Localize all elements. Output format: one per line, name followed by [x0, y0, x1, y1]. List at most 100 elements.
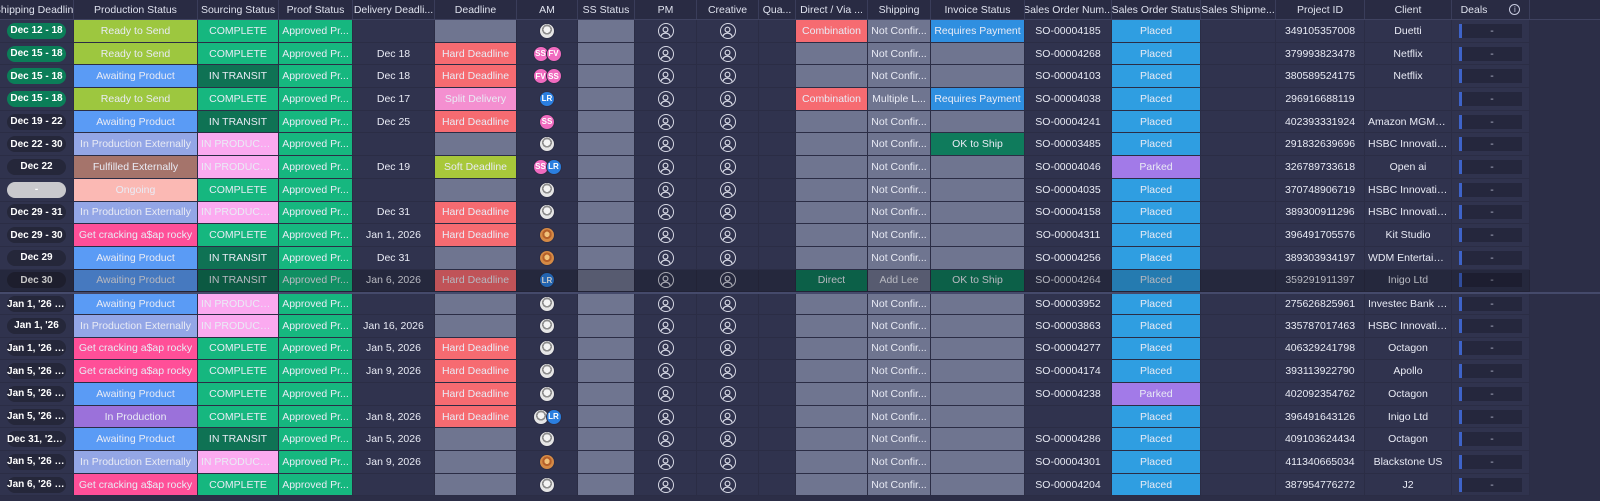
cell-prod[interactable]: Get cracking a$ap rocky [74, 473, 198, 497]
cell-src[interactable]: COMPLETE [198, 405, 279, 429]
cell-src[interactable]: COMPLETE [198, 224, 279, 247]
cell-ss[interactable] [578, 405, 635, 429]
cell-client[interactable]: HSBC Innovation ... [1365, 201, 1452, 225]
cell-deals[interactable]: - [1452, 428, 1530, 452]
person-icon[interactable] [657, 136, 674, 153]
cell-sos[interactable]: Placed [1112, 65, 1201, 89]
cell-deliv[interactable] [353, 383, 435, 406]
cell-ss[interactable] [578, 42, 635, 66]
cell-dead[interactable] [435, 246, 517, 270]
table-row[interactable]: - Ongoing COMPLETE Approved Pr... Not Confir… [0, 178, 1600, 202]
cell-sship[interactable] [1201, 133, 1276, 157]
cell-creative[interactable] [697, 65, 759, 89]
deals-link[interactable]: - [1459, 386, 1522, 401]
cell-creative[interactable] [697, 337, 759, 361]
deals-link[interactable]: - [1459, 91, 1522, 106]
cell-invoice[interactable] [931, 405, 1025, 429]
table-row[interactable]: Dec 22 Fulfilled Externally IN PRODUCTI...… [0, 156, 1600, 179]
cell-ss[interactable] [578, 269, 635, 293]
cell-proof[interactable]: Approved Pr... [279, 178, 353, 202]
avatar[interactable] [539, 204, 555, 221]
cell-so[interactable]: SO-00004185 [1025, 20, 1112, 43]
cell-creative[interactable] [697, 224, 759, 247]
column-header-direct[interactable]: Direct / Via ... [796, 0, 868, 19]
avatar-lr[interactable]: LR [539, 272, 555, 289]
cell-proof[interactable]: Approved Pr... [279, 360, 353, 383]
cell-deals[interactable]: - [1452, 294, 1530, 315]
cell-am[interactable]: SS LR [517, 156, 578, 179]
cell-deals[interactable]: - [1452, 314, 1530, 338]
cell-src[interactable]: IN PRODUCTI... [198, 314, 279, 338]
cell-sship[interactable] [1201, 224, 1276, 247]
deals-link[interactable]: - [1459, 182, 1522, 197]
cell-direct[interactable] [796, 360, 868, 383]
cell-prod[interactable]: In Production Externally [74, 451, 198, 474]
cell-deliv[interactable]: Jan 9, 2026 [353, 360, 435, 383]
cell-dead[interactable] [435, 428, 517, 452]
cell-creative[interactable] [697, 156, 759, 179]
cell-pm[interactable] [635, 337, 697, 361]
cell-sship[interactable] [1201, 451, 1276, 474]
cell-client[interactable]: Octagon [1365, 383, 1452, 406]
cell-am[interactable] [517, 133, 578, 157]
column-header-dead[interactable]: Deadline [435, 0, 517, 19]
cell-client[interactable] [1365, 88, 1452, 111]
cell-deliv[interactable]: Dec 18 [353, 42, 435, 66]
cell-sos[interactable]: Placed [1112, 405, 1201, 429]
cell-shipping[interactable]: Not Confir... [868, 360, 931, 383]
cell-dead[interactable] [435, 133, 517, 157]
person-icon[interactable] [657, 363, 674, 380]
cell-sship[interactable] [1201, 294, 1276, 315]
cell-sship[interactable] [1201, 20, 1276, 43]
cell-creative[interactable] [697, 473, 759, 497]
cell-qua[interactable] [759, 360, 796, 383]
cell-deals[interactable]: - [1452, 246, 1530, 270]
cell-prod[interactable]: Awaiting Product [74, 383, 198, 406]
person-icon[interactable] [719, 45, 736, 62]
cell-proj[interactable]: 396491705576 [1276, 224, 1365, 247]
person-icon[interactable] [657, 113, 674, 130]
cell-so[interactable]: SO-00004238 [1025, 383, 1112, 406]
cell-proj[interactable]: 275626825961 [1276, 294, 1365, 315]
avatar[interactable] [539, 181, 555, 198]
cell-so[interactable]: SO-00004277 [1025, 337, 1112, 361]
cell-dead[interactable]: Hard Deadline [435, 42, 517, 66]
shipping-deadline-pill[interactable]: Jan 5, '26 - Jan ... [7, 385, 66, 402]
cell-pm[interactable] [635, 133, 697, 157]
table-row[interactable]: Jan 1, '26 - Jan ... Get cracking a$ap ro… [0, 337, 1600, 361]
cell-creative[interactable] [697, 405, 759, 429]
deals-link[interactable]: - [1459, 341, 1522, 356]
cell-prod[interactable]: Awaiting Product [74, 269, 198, 293]
cell-sos[interactable]: Placed [1112, 133, 1201, 157]
table-row[interactable]: Dec 29 - 31 In Production Externally IN PR… [0, 201, 1600, 225]
cell-src[interactable]: IN PRODUCTI... [198, 156, 279, 179]
cell-shipping[interactable]: Not Confir... [868, 294, 931, 315]
cell-proof[interactable]: Approved Pr... [279, 473, 353, 497]
shipping-deadline-pill[interactable]: Dec 22 [7, 158, 66, 175]
shipping-deadline-pill[interactable]: Dec 19 - 22 [7, 113, 66, 130]
cell-src[interactable]: COMPLETE [198, 88, 279, 111]
cell-sship[interactable] [1201, 360, 1276, 383]
cell-creative[interactable] [697, 428, 759, 452]
cell-sship[interactable] [1201, 473, 1276, 497]
cell-client[interactable]: WDM Entertainm... [1365, 246, 1452, 270]
cell-so[interactable]: SO-00004103 [1025, 65, 1112, 89]
cell-deals[interactable]: - [1452, 383, 1530, 406]
person-icon[interactable] [719, 385, 736, 402]
person-icon[interactable] [719, 431, 736, 448]
cell-ss[interactable] [578, 201, 635, 225]
cell-client[interactable]: HSBC Innovation ... [1365, 133, 1452, 157]
cell-proj[interactable]: 291832639696 [1276, 133, 1365, 157]
cell-client[interactable]: HSBC Innovation ... [1365, 178, 1452, 202]
cell-qua[interactable] [759, 42, 796, 66]
cell-am[interactable]: LR [517, 269, 578, 293]
cell-invoice[interactable] [931, 451, 1025, 474]
cell-pm[interactable] [635, 451, 697, 474]
cell-ship[interactable]: Jan 5, '26 - Jan ... [0, 383, 74, 406]
person-icon[interactable] [719, 22, 736, 39]
cell-direct[interactable] [796, 314, 868, 338]
cell-sos[interactable]: Placed [1112, 473, 1201, 497]
cell-shipping[interactable]: Not Confir... [868, 314, 931, 338]
column-header-deals[interactable]: Deals i [1452, 0, 1530, 19]
cell-dead[interactable]: Split Delivery [435, 88, 517, 111]
